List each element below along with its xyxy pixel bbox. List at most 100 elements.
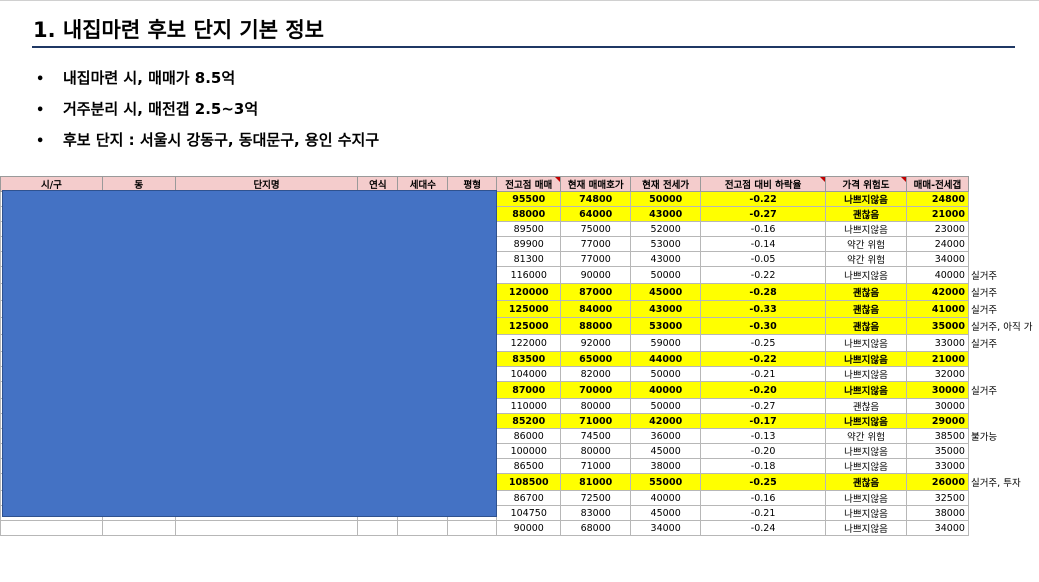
asking-price-cell: 74500 <box>560 428 632 444</box>
note-cell: 불가능 <box>970 432 998 443</box>
redacted-cell <box>397 520 449 536</box>
risk-level-cell: 괜찮음 <box>825 300 907 318</box>
jeonse-price-cell: 50000 <box>630 191 702 207</box>
drop-rate-cell: -0.30 <box>700 317 827 335</box>
drop-rate-cell: -0.16 <box>700 490 827 506</box>
jeonse-price-cell: 59000 <box>630 334 702 352</box>
asking-price-cell: 92000 <box>560 334 632 352</box>
jeonse-price-cell: 44000 <box>630 351 702 367</box>
note-cell <box>968 192 1038 207</box>
gap-cell: 30000 <box>905 398 969 414</box>
risk-level-cell: 괜찮음 <box>825 317 907 335</box>
gap-cell: 35000 <box>905 443 969 459</box>
bullet-text: 내집마련 시, 매매가 8.5억 <box>63 69 236 87</box>
risk-level-cell: 괜찮음 <box>825 283 907 301</box>
peak-price-cell: 86500 <box>496 458 562 474</box>
drop-rate-cell: -0.27 <box>700 206 827 222</box>
gap-cell: 24000 <box>905 236 969 252</box>
note-cell <box>968 414 1038 429</box>
drop-rate-cell: -0.18 <box>700 458 827 474</box>
bullet-dot-icon: • <box>36 72 45 87</box>
header-cell: 현재 매매호가 <box>560 176 632 192</box>
drop-rate-cell: -0.25 <box>700 473 827 491</box>
gap-cell: 21000 <box>905 206 969 222</box>
peak-price-cell: 122000 <box>496 334 562 352</box>
risk-level-cell: 나쁘지않음 <box>825 366 907 382</box>
jeonse-price-cell: 42000 <box>630 413 702 429</box>
risk-level-cell: 괜찮음 <box>825 473 907 491</box>
jeonse-price-cell: 34000 <box>630 520 702 536</box>
note-cell <box>968 459 1038 474</box>
note-cell: 실거주 <box>970 271 998 282</box>
gap-cell: 38500 <box>905 428 969 444</box>
note-cell: 실거주, 투자 <box>970 478 1021 489</box>
jeonse-price-cell: 45000 <box>630 443 702 459</box>
risk-level-cell: 나쁘지않음 <box>825 221 907 237</box>
gap-cell: 29000 <box>905 413 969 429</box>
peak-price-cell: 104750 <box>496 505 562 521</box>
jeonse-price-cell: 52000 <box>630 221 702 237</box>
gap-cell: 32000 <box>905 366 969 382</box>
jeonse-price-cell: 50000 <box>630 366 702 382</box>
drop-rate-cell: -0.13 <box>700 428 827 444</box>
drop-rate-cell: -0.20 <box>700 381 827 399</box>
bullet-item: • 내집마련 시, 매매가 8.5억 <box>36 64 379 95</box>
peak-price-cell: 125000 <box>496 317 562 335</box>
jeonse-price-cell: 53000 <box>630 236 702 252</box>
asking-price-cell: 82000 <box>560 366 632 382</box>
peak-price-cell: 108500 <box>496 473 562 491</box>
table-row: 90000 68000 34000 -0.24 나쁘지않음 34000 <box>0 520 1039 536</box>
risk-level-cell: 나쁘지않음 <box>825 505 907 521</box>
asking-price-cell: 84000 <box>560 300 632 318</box>
bullet-text: 거주분리 시, 매전갭 2.5~3억 <box>63 100 259 118</box>
gap-cell: 24800 <box>905 191 969 207</box>
note-cell <box>968 222 1038 237</box>
gap-cell: 26000 <box>905 473 969 491</box>
asking-price-cell: 71000 <box>560 458 632 474</box>
drop-rate-cell: -0.25 <box>700 334 827 352</box>
peak-price-cell: 90000 <box>496 520 562 536</box>
risk-level-cell: 나쁘지않음 <box>825 458 907 474</box>
redacted-cell <box>174 520 359 536</box>
drop-rate-cell: -0.17 <box>700 413 827 429</box>
jeonse-price-cell: 40000 <box>630 490 702 506</box>
slide-top-border <box>0 0 1039 1</box>
drop-rate-cell: -0.14 <box>700 236 827 252</box>
risk-level-cell: 괜찮음 <box>825 206 907 222</box>
note-cell: 실거주 <box>970 339 998 350</box>
note-cell <box>968 444 1038 459</box>
asking-price-cell: 83000 <box>560 505 632 521</box>
redacted-cell <box>447 520 498 536</box>
asking-price-cell: 80000 <box>560 398 632 414</box>
peak-price-cell: 116000 <box>496 266 562 284</box>
asking-price-cell: 70000 <box>560 381 632 399</box>
peak-price-cell: 125000 <box>496 300 562 318</box>
bullet-item: • 후보 단지 : 서울시 강동구, 동대문구, 용인 수지구 <box>36 126 379 157</box>
risk-level-cell: 나쁘지않음 <box>825 443 907 459</box>
header-cell: 전고점 매매 <box>496 176 562 192</box>
peak-price-cell: 89500 <box>496 221 562 237</box>
jeonse-price-cell: 50000 <box>630 398 702 414</box>
gap-cell: 33000 <box>905 458 969 474</box>
header-cell: 전고점 대비 하락율 <box>700 176 827 192</box>
asking-price-cell: 80000 <box>560 443 632 459</box>
gap-cell: 23000 <box>905 221 969 237</box>
asking-price-cell: 64000 <box>560 206 632 222</box>
risk-level-cell: 나쁘지않음 <box>825 334 907 352</box>
gap-cell: 30000 <box>905 381 969 399</box>
note-cell: 실거주 <box>970 386 998 397</box>
jeonse-price-cell: 45000 <box>630 283 702 301</box>
drop-rate-cell: -0.27 <box>700 398 827 414</box>
drop-rate-cell: -0.16 <box>700 221 827 237</box>
drop-rate-cell: -0.22 <box>700 191 827 207</box>
gap-cell: 42000 <box>905 283 969 301</box>
gap-cell: 34000 <box>905 251 969 267</box>
peak-price-cell: 95500 <box>496 191 562 207</box>
note-cell: 실거주 <box>970 305 998 316</box>
bullet-item: • 거주분리 시, 매전갭 2.5~3억 <box>36 95 379 126</box>
peak-price-cell: 83500 <box>496 351 562 367</box>
jeonse-price-cell: 43000 <box>630 206 702 222</box>
asking-price-cell: 75000 <box>560 221 632 237</box>
risk-level-cell: 나쁘지않음 <box>825 413 907 429</box>
risk-level-cell: 약간 위험 <box>825 236 907 252</box>
